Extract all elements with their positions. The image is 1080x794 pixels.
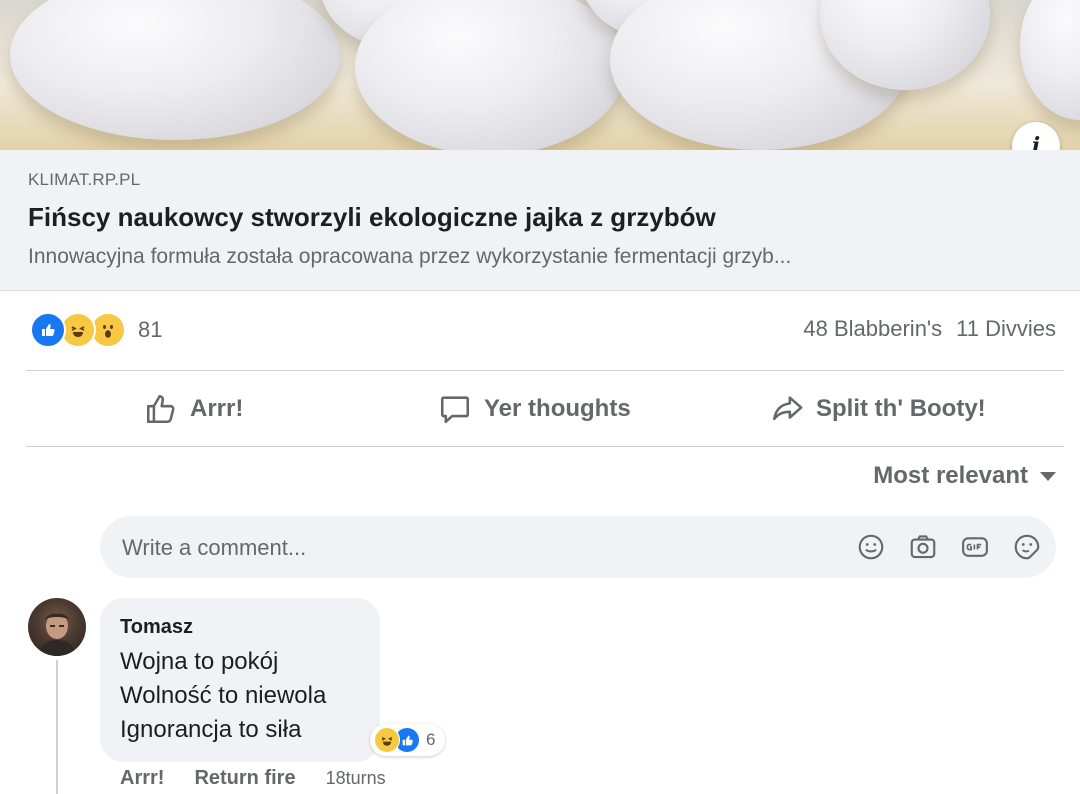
share-arrow-icon [772,396,803,421]
comment-author[interactable]: Tomasz [120,616,193,639]
emoji-icon[interactable] [854,530,888,564]
comment-label: Yer thoughts [484,395,631,422]
comment-like-link[interactable]: Arrr! [120,767,164,790]
sticker-icon[interactable] [1010,530,1044,564]
comment-composer[interactable] [100,516,1056,578]
link-preview-image[interactable] [0,0,1080,150]
comment-line: Wojna to pokój [120,648,279,675]
reaction-count: 81 [138,317,163,342]
comment-sort-dropdown[interactable]: Most relevant [873,462,1056,490]
egg-shape [1020,0,1080,120]
comment-reaction-count: 6 [426,730,436,749]
link-domain: KLIMAT.RP.PL [28,170,141,189]
thread-line [56,660,58,794]
camera-icon[interactable] [906,530,940,564]
haha-reaction-icon [374,727,400,753]
egg-shape [10,0,340,140]
comment-count[interactable]: 48 Blabberin's [803,316,942,341]
comment-line: Ignorancja to siła [120,716,302,743]
caret-down-icon [1040,471,1056,481]
link-description: Innowacyjna formuła została opracowana p… [28,245,792,268]
share-count[interactable]: 11 Divvies [956,316,1056,341]
sort-label: Most relevant [873,462,1028,489]
like-reaction-icon [30,312,66,348]
like-button[interactable]: Arrr! [144,384,243,434]
gif-icon[interactable] [958,530,992,564]
share-label: Split th' Booty! [816,395,986,422]
link-preview[interactable]: KLIMAT.RP.PL Fińscy naukowcy stworzyli e… [0,150,1080,291]
divider [26,370,1064,371]
comment-actions: Arrr! Return fire 18turns [120,767,386,790]
link-headline[interactable]: Fińscy naukowcy stworzyli ekologiczne ja… [28,202,716,233]
avatar[interactable] [28,598,86,656]
divider [26,446,1064,447]
comment-timestamp[interactable]: 18turns [326,768,386,789]
share-button[interactable]: Split th' Booty! [770,384,986,434]
post-stats: 48 Blabberin's 11 Divvies [803,316,1056,342]
thumbs-up-icon [146,394,175,424]
like-label: Arrr! [190,395,244,422]
comment-reactions[interactable]: 6 [370,724,446,756]
comment-input[interactable] [120,529,824,567]
comment-line: Wolność to niewola [120,682,327,709]
comment-icon [440,396,470,424]
egg-shape [355,0,625,150]
comment-reply-link[interactable]: Return fire [194,767,295,790]
comment-button[interactable]: Yer thoughts [438,384,631,434]
avatar-photo-icon [38,613,76,656]
comment-bubble: Tomasz Wojna to pokój Wolność to niewola… [100,598,380,762]
reactions-summary[interactable]: 81 [30,312,162,348]
